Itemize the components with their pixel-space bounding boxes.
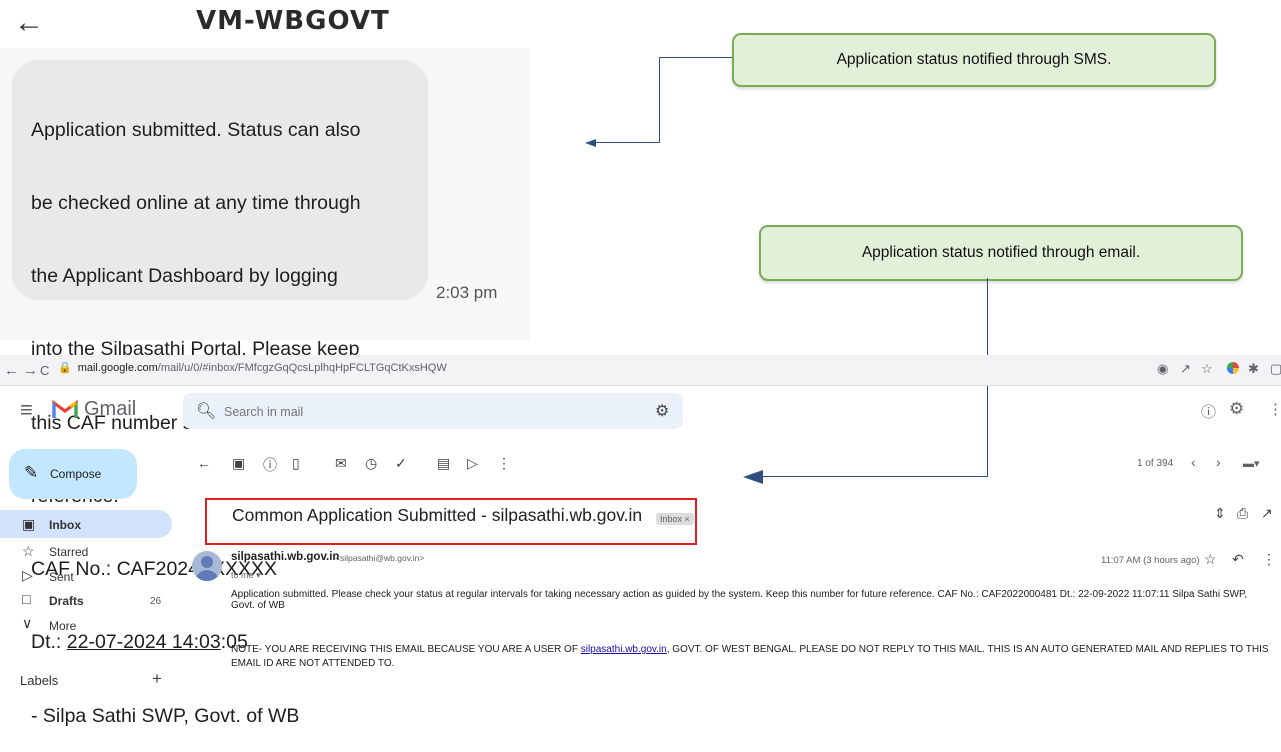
compose-label: Compose	[50, 467, 102, 481]
avatar-body	[195, 570, 219, 581]
sender-address: <silpasathi@wb.gov.in>	[335, 553, 425, 563]
open-new-window-icon[interactable]: ↗	[1261, 505, 1273, 522]
sidebar-item-drafts[interactable]: Drafts	[49, 594, 84, 608]
gmail-logo-icon	[52, 399, 78, 418]
avatar	[192, 551, 222, 581]
mark-unread-icon[interactable]: ✉	[335, 455, 347, 472]
back-to-inbox-icon[interactable]: ←	[197, 455, 211, 471]
archive-icon[interactable]: ▣	[232, 455, 245, 472]
send-icon[interactable]: ▷	[22, 567, 33, 584]
bookmark-star-icon[interactable]: ☆	[1201, 361, 1213, 377]
recipient-dropdown[interactable]: to me ▾	[231, 570, 261, 581]
star-icon[interactable]: ☆	[22, 543, 35, 560]
older-icon[interactable]: ›	[1216, 454, 1221, 470]
sms-date-link[interactable]: 22-07-2024 14:03	[67, 631, 221, 653]
share-icon[interactable]: ↗	[1180, 361, 1191, 377]
lock-icon: 🔒	[58, 362, 72, 374]
search-input[interactable]	[222, 394, 626, 430]
sidebar-item-starred[interactable]: Starred	[49, 545, 88, 559]
browser-forward-button[interactable]: →	[23, 362, 38, 379]
email-note: NOTE- YOU ARE RECEIVING THIS EMAIL BECAU…	[231, 643, 1271, 671]
sidebar-item-more[interactable]: More	[49, 619, 76, 633]
sms-line: be checked online at any time through	[31, 192, 361, 215]
extension-icon[interactable]	[1227, 362, 1239, 374]
menu-icon[interactable]: ≡	[20, 397, 33, 423]
report-spam-icon[interactable]: ⓘ	[263, 455, 277, 475]
browser-reload-button[interactable]: C	[40, 363, 49, 378]
arrow-left-icon[interactable]: ←	[14, 8, 44, 38]
newer-icon[interactable]: ‹	[1191, 454, 1196, 470]
message-more-icon[interactable]: ⋮	[1262, 551, 1276, 568]
input-tools-icon[interactable]: ▬▾	[1243, 457, 1260, 470]
sms-date-prefix: Dt.:	[31, 631, 67, 654]
pencil-icon: ✎	[24, 463, 39, 482]
arrowhead-icon	[743, 470, 763, 484]
sender-name: silpasathi.wb.gov.in	[231, 551, 340, 563]
sms-sender: VM-WBGOVT	[196, 6, 390, 36]
drafts-count: 26	[150, 596, 162, 607]
gear-icon[interactable]: ⚙	[1229, 399, 1244, 419]
sidebar-icon[interactable]: ▢	[1270, 361, 1281, 377]
gmail-brand: Gmail	[84, 398, 137, 420]
chevron-down-icon[interactable]: ∨	[22, 615, 32, 632]
note-link[interactable]: silpasathi.wb.gov.in	[581, 644, 667, 655]
move-to-icon[interactable]: ▤	[437, 455, 450, 472]
sidebar-item-sent[interactable]: Sent	[49, 570, 74, 584]
search-options-icon[interactable]: ⚙︎	[655, 401, 669, 421]
apps-icon[interactable]: ⋮	[1268, 400, 1281, 418]
callout-email-text: Application status notified through emai…	[861, 244, 1141, 261]
url-host: mail.google.com	[77, 362, 158, 374]
pagination-label: 1 of 394	[1137, 458, 1174, 469]
arrowhead-icon	[585, 139, 596, 147]
connector-line	[596, 142, 660, 143]
location-icon[interactable]: ◉	[1157, 361, 1168, 377]
message-time: 11:07 AM (3 hours ago)	[1101, 555, 1200, 566]
expand-icon[interactable]: ⇕	[1214, 505, 1226, 522]
label-icon[interactable]: ▷	[467, 455, 478, 472]
add-label-button[interactable]: +	[152, 669, 162, 689]
sms-line: the Applicant Dashboard by logging	[31, 265, 338, 288]
more-options-icon[interactable]: ⋮	[497, 455, 511, 472]
snooze-icon[interactable]: ◷	[365, 455, 377, 472]
star-icon[interactable]: ☆	[1204, 551, 1217, 568]
address-bar[interactable]: 🔒 mail.google.com/mail/u/0/#inbox/FMfcgzG…	[58, 361, 447, 374]
help-icon[interactable]: ⓘ	[1201, 401, 1216, 422]
connector-line	[659, 57, 660, 143]
search-icon[interactable]: 🔍︎	[196, 401, 216, 421]
note-prefix: NOTE- YOU ARE RECEIVING THIS EMAIL BECAU…	[231, 644, 581, 655]
callout-sms-text: Application status notified through SMS.	[836, 51, 1112, 68]
inbox-label-chip[interactable]: Inbox ×	[656, 513, 694, 525]
sms-line: Application submitted. Status can also	[31, 118, 361, 141]
reply-icon[interactable]: ↶	[1232, 551, 1244, 568]
browser-back-button[interactable]: ←	[4, 362, 19, 379]
puzzle-icon[interactable]: ✱	[1248, 361, 1259, 377]
draft-icon[interactable]: □	[22, 591, 30, 607]
callout-sms: Application status notified through SMS.	[732, 33, 1216, 87]
url-path: /mail/u/0/#inbox/FMfcgzGqQcsLplhqHpFCLTG…	[157, 362, 447, 374]
delete-icon[interactable]: ▯	[292, 455, 300, 472]
email-body: Application submitted. Please check your…	[231, 589, 1248, 611]
connector-line	[659, 57, 732, 58]
avatar-head	[201, 556, 213, 568]
sms-time: 2:03 pm	[436, 283, 498, 302]
inbox-icon: ▣	[22, 516, 36, 532]
labels-heading: Labels	[20, 673, 59, 688]
sms-signature: - Silpa Sathi SWP, Govt. of WB	[31, 704, 300, 727]
print-icon[interactable]: ⎙	[1237, 505, 1248, 522]
callout-email: Application status notified through emai…	[759, 225, 1243, 281]
email-subject: Common Application Submitted - silpasath…	[232, 505, 643, 525]
connector-line	[760, 476, 988, 477]
add-task-icon[interactable]: ✓	[395, 455, 407, 472]
sidebar-item-label: Inbox	[49, 518, 81, 532]
